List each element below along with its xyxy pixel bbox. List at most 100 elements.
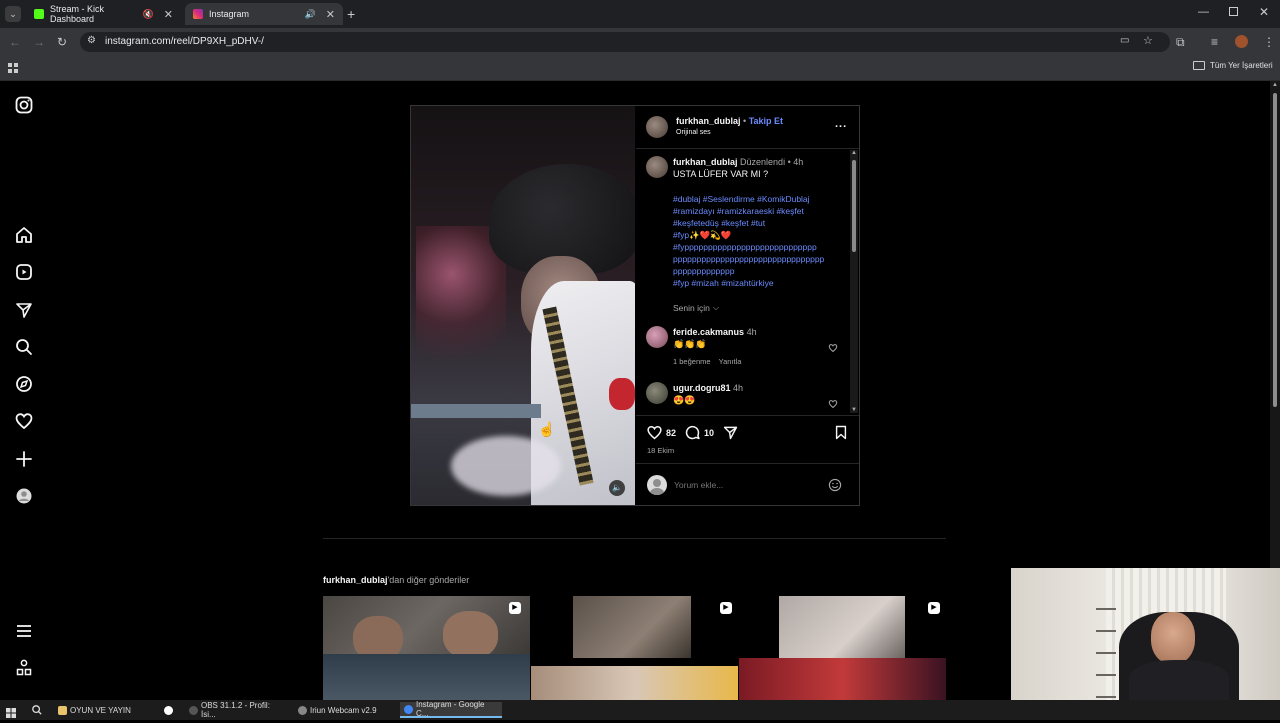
explore-icon[interactable] <box>14 374 34 394</box>
taskbar-item-iriun[interactable]: Iriun Webcam v2.9 <box>294 702 394 718</box>
tab-instagram[interactable]: Instagram 🔊 ✕ <box>185 3 343 25</box>
profile-avatar-icon[interactable] <box>1235 35 1248 48</box>
comment-input[interactable] <box>674 478 814 492</box>
like-count[interactable]: 82 <box>666 428 676 438</box>
create-icon[interactable] <box>14 449 34 469</box>
hashtag-line[interactable]: #keşfetedüş #keşfet #tut <box>673 217 843 229</box>
apps-grid-icon[interactable] <box>8 61 19 73</box>
reply-button[interactable]: Yanıtla <box>719 357 742 366</box>
chevron-down-icon: ⌵ <box>712 303 719 312</box>
notifications-icon[interactable] <box>14 411 34 431</box>
mouse-cursor: ☝ <box>538 421 556 437</box>
taskbar-item-yandex[interactable] <box>160 702 180 718</box>
reload-icon[interactable]: ↻ <box>57 35 67 49</box>
tab-label: Stream - Kick Dashboard <box>50 4 105 24</box>
bookmark-star-icon[interactable]: ☆ <box>1143 34 1153 47</box>
hashtag-line[interactable]: #fypppppppppppppppppppppppppppp <box>673 241 843 253</box>
taskbar-item-folder[interactable]: OYUN VE YAYIN <box>54 702 154 718</box>
comment-bubble-icon[interactable] <box>684 424 701 441</box>
comment-like-heart-icon[interactable] <box>828 396 838 409</box>
tab-kick-dashboard[interactable]: Stream - Kick Dashboard 🔇 ✕ <box>26 3 181 25</box>
caption-username[interactable]: furkhan_dublaj <box>673 157 738 167</box>
more-options-icon[interactable]: ... <box>835 118 847 130</box>
hashtag-line[interactable]: #fyp✨❤️💫❤️ <box>673 229 843 241</box>
taskbar-search-icon[interactable] <box>31 703 43 715</box>
forward-arrow-icon[interactable]: → <box>33 35 45 49</box>
thumbnail-lower-half <box>739 658 946 700</box>
share-icon[interactable] <box>722 424 739 441</box>
browser-menu-icon[interactable]: ⋮ <box>1263 35 1275 49</box>
caption-avatar[interactable] <box>646 156 668 178</box>
commenter-avatar[interactable] <box>646 326 668 348</box>
site-info-icon[interactable]: ⚙ <box>87 35 96 46</box>
tab-search-button[interactable]: ⌄ <box>5 6 21 22</box>
emoji-icon[interactable] <box>828 478 842 492</box>
reel-video[interactable]: 🔈 <box>411 106 635 505</box>
muted-speaker-icon[interactable]: 🔇 <box>143 9 154 20</box>
caption-hashtags[interactable]: #dublaj #Seslendirme #KomikDublaj #ramiz… <box>673 193 843 289</box>
save-bookmark-icon[interactable] <box>833 424 849 441</box>
new-tab-button[interactable]: + <box>347 6 355 22</box>
hashtag-line[interactable]: #dublaj #Seslendirme #KomikDublaj <box>673 193 843 205</box>
kick-favicon-icon <box>34 9 44 19</box>
restore-window-icon[interactable] <box>1229 7 1238 16</box>
like-button-heart-icon[interactable] <box>646 424 663 441</box>
hashtag-line[interactable]: ppppppppppppp <box>673 265 843 277</box>
red-emblem <box>609 378 635 410</box>
comment-username[interactable]: feride.cakmanus <box>673 327 744 337</box>
author-username[interactable]: furkhan_dublaj <box>676 116 741 126</box>
close-tab-icon[interactable]: ✕ <box>164 8 173 21</box>
comment-header: feride.cakmanus 4h <box>673 327 757 337</box>
post-details-panel: furkhan_dublaj • Takip Et Orijinal ses .… <box>636 106 859 505</box>
follow-button[interactable]: Takip Et <box>749 116 783 126</box>
close-tab-icon[interactable]: ✕ <box>326 8 335 21</box>
comment-like-heart-icon[interactable] <box>828 340 838 353</box>
scroll-down-arrow[interactable]: ▼ <box>851 407 857 413</box>
search-icon[interactable] <box>14 337 34 357</box>
caption-time: 4h <box>793 157 804 167</box>
instagram-logo-icon[interactable] <box>14 95 34 115</box>
back-arrow-icon[interactable]: ← <box>9 35 21 49</box>
windows-taskbar: OYUN VE YAYIN OBS 31.1.2 - Profil: İsi..… <box>0 700 1280 720</box>
profile-icon[interactable] <box>14 486 34 506</box>
comment-header: ugur.dogru81 4h <box>673 383 743 393</box>
thumbnail-image <box>573 596 691 658</box>
scroll-up-arrow[interactable]: ▲ <box>851 150 857 156</box>
url-text: instagram.com/reel/DP9XH_pDHV-/ <box>105 36 264 47</box>
scrollbar-thumb[interactable] <box>852 160 856 252</box>
close-window-icon[interactable]: ✕ <box>1259 5 1269 19</box>
commenter-avatar[interactable] <box>646 382 668 404</box>
minimize-window-icon[interactable]: — <box>1198 6 1209 18</box>
speaker-icon[interactable]: 🔊 <box>305 9 316 20</box>
taskbar-item-chrome[interactable]: Instagram - Google C... <box>400 700 502 718</box>
reels-icon[interactable] <box>14 262 34 282</box>
taskbar-item-obs[interactable]: OBS 31.1.2 - Profil: İsi... <box>185 701 289 719</box>
hashtag-line[interactable]: pppppppppppppppppppppppppppppppp <box>673 253 843 265</box>
menu-icon[interactable] <box>14 621 34 641</box>
more-apps-icon[interactable] <box>14 658 34 678</box>
messages-icon[interactable] <box>14 300 34 320</box>
all-bookmarks-folder[interactable]: Tüm Yer İşaretleri <box>1193 61 1273 70</box>
comment-likes[interactable]: 1 beğenme <box>673 357 711 366</box>
post-thumbnail[interactable]: ▶ <box>531 596 738 700</box>
more-posts-username[interactable]: furkhan_dublaj <box>323 575 388 585</box>
media-controls-icon[interactable]: ≡ <box>1211 35 1218 49</box>
scroll-up-arrow[interactable]: ▲ <box>1272 82 1278 88</box>
audio-label[interactable]: Orijinal ses <box>676 129 711 136</box>
hashtag-line[interactable]: #ramizdayı #ramizkaraeski #keşfet <box>673 205 843 217</box>
comments-scrollbar[interactable]: ▲ ▼ <box>850 150 858 413</box>
windows-start-icon[interactable] <box>6 705 16 718</box>
scrollbar-thumb[interactable] <box>1273 93 1277 407</box>
comment-username[interactable]: ugur.dogru81 <box>673 383 731 393</box>
mute-toggle-icon[interactable]: 🔈 <box>609 480 625 496</box>
hashtag-line[interactable]: #fyp #mizah #mizahtürkiye <box>673 277 843 289</box>
extensions-icon[interactable]: ⧉ <box>1176 35 1185 49</box>
home-icon[interactable] <box>14 225 34 245</box>
comment-count[interactable]: 10 <box>704 428 714 438</box>
post-thumbnail[interactable]: ▶ <box>323 596 530 700</box>
cast-icon[interactable]: ▭ <box>1120 35 1129 46</box>
for-you-dropdown[interactable]: Senin için ⌵ <box>673 303 719 313</box>
author-avatar[interactable] <box>646 116 668 138</box>
address-bar[interactable]: ⚙ instagram.com/reel/DP9XH_pDHV-/ ▭ ☆ <box>80 32 1170 52</box>
post-thumbnail[interactable]: ▶ <box>739 596 946 700</box>
